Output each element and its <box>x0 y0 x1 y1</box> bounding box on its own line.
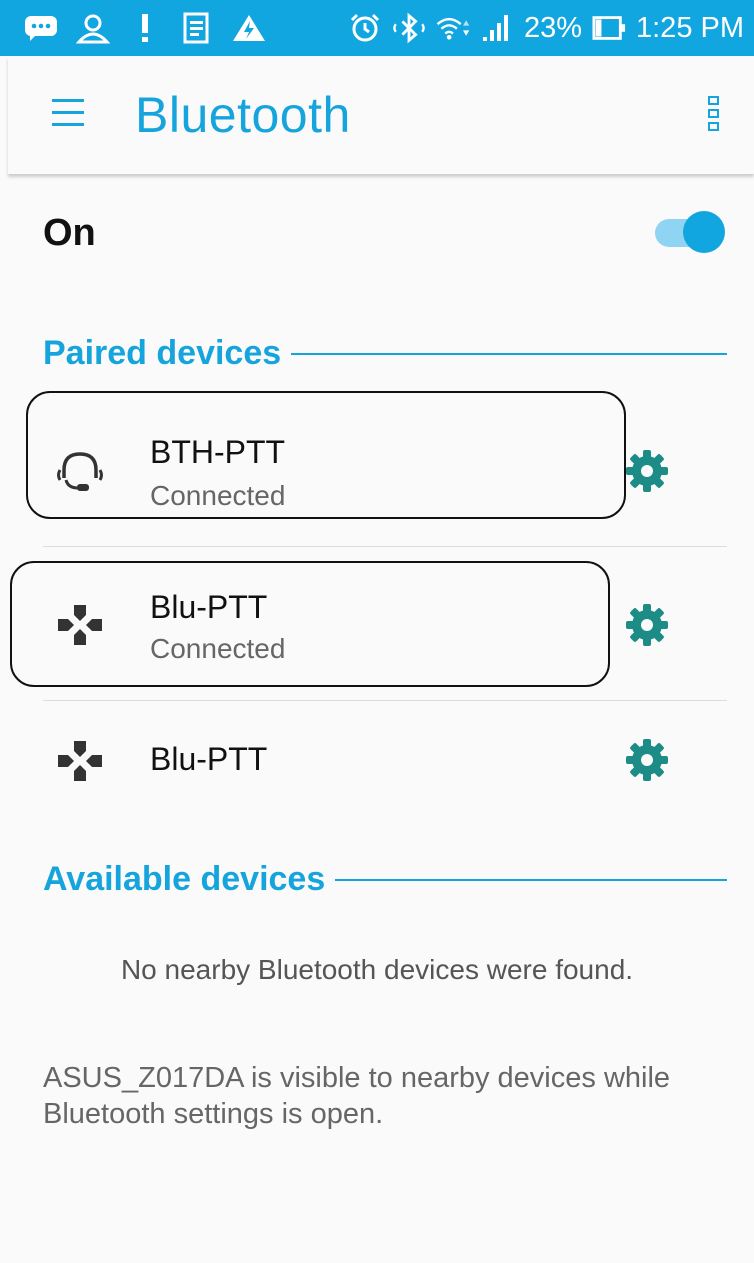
paired-device-bth-ptt[interactable]: BTH-PTT Connected <box>0 392 754 546</box>
notes-icon <box>180 11 214 45</box>
status-bar: 23% 1:25 PM <box>0 0 754 56</box>
device-name: Blu-PTT <box>150 589 268 625</box>
hamburger-menu-icon[interactable] <box>52 99 84 127</box>
device-name: Blu-PTT <box>150 741 268 777</box>
power-saver-icon <box>232 11 266 45</box>
paired-devices-label: Paired devices <box>43 334 282 372</box>
section-divider-line <box>291 352 727 355</box>
paired-device-blu-ptt-2[interactable]: Blu-PTT <box>0 701 754 821</box>
device-status: Connected <box>150 480 286 511</box>
battery-icon <box>592 11 626 45</box>
available-devices-label: Available devices <box>43 860 326 898</box>
overflow-menu-icon[interactable] <box>708 96 724 138</box>
app-bar: Bluetooth <box>8 56 754 174</box>
device-settings-gear-icon[interactable] <box>624 448 670 494</box>
device-settings-gear-icon[interactable] <box>624 602 670 648</box>
device-settings-gear-icon[interactable] <box>624 737 670 783</box>
headset-icon <box>52 446 108 494</box>
wifi-icon <box>436 11 470 45</box>
paired-device-blu-ptt[interactable]: Blu-PTT Connected <box>0 547 754 701</box>
device-name: BTH-PTT <box>150 434 286 470</box>
contacts-icon <box>76 11 110 45</box>
page-title: Bluetooth <box>135 87 351 143</box>
gamepad-icon <box>52 601 108 649</box>
bluetooth-icon <box>392 11 426 45</box>
alert-icon <box>128 11 162 45</box>
available-devices-header: Available devices <box>43 860 727 899</box>
status-clock: 1:25 PM <box>636 11 744 44</box>
device-status: Connected <box>150 633 286 664</box>
bluetooth-toggle-label: On <box>43 212 96 254</box>
gamepad-icon <box>52 737 108 785</box>
section-divider-line <box>335 878 727 881</box>
paired-devices-header: Paired devices <box>43 334 727 373</box>
visibility-note: ASUS_Z017DA is visible to nearby devices… <box>43 1062 671 1130</box>
bluetooth-toggle-switch[interactable] <box>655 211 727 253</box>
signal-icon <box>480 11 514 45</box>
battery-percentage: 23% <box>523 11 582 44</box>
messaging-icon <box>24 11 58 45</box>
alarm-icon <box>348 11 382 45</box>
toggle-thumb <box>683 211 725 253</box>
no-devices-message: No nearby Bluetooth devices were found. <box>120 954 634 985</box>
